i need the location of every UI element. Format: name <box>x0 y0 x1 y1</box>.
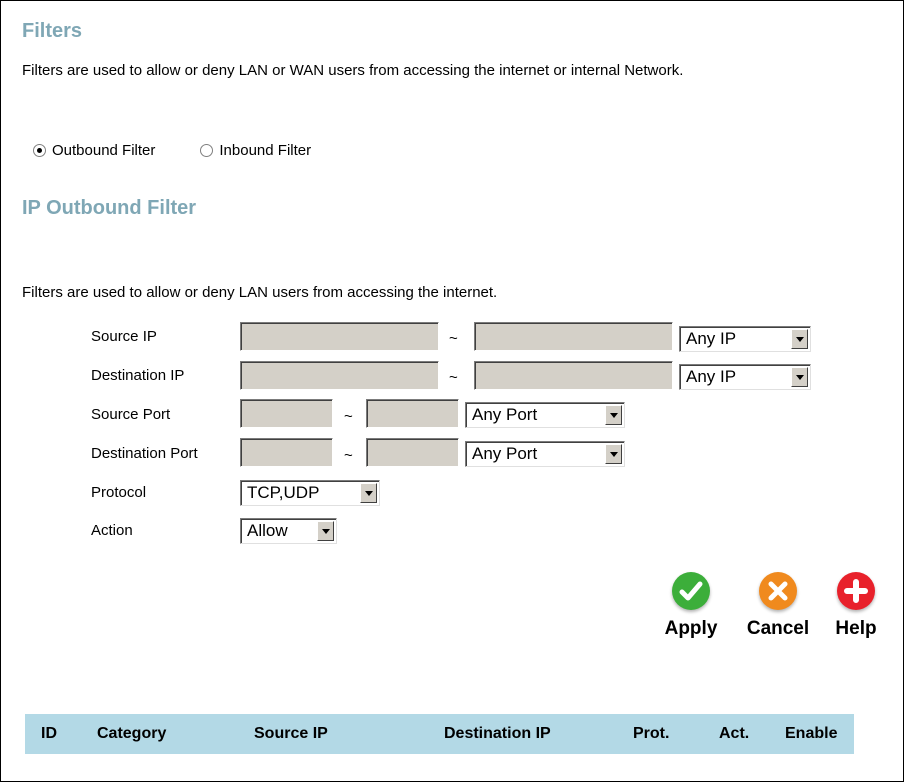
destination-port-label: Destination Port <box>91 445 198 462</box>
column-header-protocol: Prot. <box>633 725 670 742</box>
source-port-label: Source Port <box>91 406 171 423</box>
check-circle-icon[interactable] <box>672 572 710 610</box>
filter-table-header: ID Category Source IP Destination IP Pro… <box>25 714 854 754</box>
help-button[interactable]: Help <box>826 572 886 640</box>
column-header-category: Category <box>97 725 167 742</box>
page-frame <box>0 0 904 782</box>
source-port-start-input[interactable] <box>240 399 333 428</box>
destination-port-end-input[interactable] <box>366 438 459 467</box>
action-label: Action <box>91 522 133 539</box>
destination-port-mode-select[interactable]: Any Port <box>465 441 625 467</box>
inbound-filter-radio[interactable] <box>200 144 214 157</box>
chevron-down-icon[interactable] <box>791 329 808 349</box>
destination-port-start-input[interactable] <box>240 438 333 467</box>
source-ip-end-input[interactable] <box>474 322 673 351</box>
page-description: Filters are used to allow or deny LAN or… <box>22 62 684 79</box>
protocol-label: Protocol <box>91 484 147 501</box>
source-ip-mode-value: Any IP <box>686 329 737 348</box>
x-circle-icon[interactable] <box>759 572 797 610</box>
source-ip-range-separator: ~ <box>449 330 458 347</box>
column-header-enable: Enable <box>785 725 838 742</box>
help-label: Help <box>835 618 877 639</box>
source-ip-mode-select[interactable]: Any IP <box>679 326 811 352</box>
inbound-filter-option[interactable]: Inbound Filter <box>200 142 311 159</box>
outbound-filter-label: Outbound Filter <box>52 142 156 159</box>
source-ip-label: Source IP <box>91 328 157 345</box>
source-port-mode-value: Any Port <box>472 405 538 424</box>
source-port-range-separator: ~ <box>344 408 353 425</box>
cancel-button[interactable]: Cancel <box>738 572 818 640</box>
apply-button[interactable]: Apply <box>656 572 726 640</box>
chevron-down-icon[interactable] <box>791 367 808 387</box>
column-header-source-ip: Source IP <box>254 725 328 742</box>
destination-ip-mode-select[interactable]: Any IP <box>679 364 811 390</box>
plus-circle-icon[interactable] <box>837 572 875 610</box>
chevron-down-icon[interactable] <box>605 444 622 464</box>
outbound-filter-option[interactable]: Outbound Filter <box>33 142 155 159</box>
source-ip-start-input[interactable] <box>240 322 439 351</box>
destination-port-range-separator: ~ <box>344 447 353 464</box>
chevron-down-icon[interactable] <box>605 405 622 425</box>
chevron-down-icon[interactable] <box>360 483 377 503</box>
source-port-end-input[interactable] <box>366 399 459 428</box>
protocol-value: TCP,UDP <box>247 483 320 502</box>
cancel-label: Cancel <box>746 618 810 639</box>
section-description: Filters are used to allow or deny LAN us… <box>22 284 498 301</box>
destination-ip-mode-value: Any IP <box>686 367 737 386</box>
outbound-filter-radio[interactable] <box>33 144 46 157</box>
destination-ip-end-input[interactable] <box>474 361 673 390</box>
apply-label: Apply <box>664 618 718 639</box>
destination-ip-start-input[interactable] <box>240 361 439 390</box>
section-title: IP Outbound Filter <box>22 197 197 219</box>
page-title: Filters <box>22 20 83 42</box>
action-value: Allow <box>247 521 288 540</box>
source-port-mode-select[interactable]: Any Port <box>465 402 625 428</box>
action-select[interactable]: Allow <box>240 518 337 544</box>
column-header-id: ID <box>41 725 57 742</box>
destination-ip-label: Destination IP <box>91 367 185 384</box>
filter-type-radio-group: Outbound Filter Inbound Filter <box>33 142 356 159</box>
column-header-action: Act. <box>719 725 750 742</box>
destination-port-mode-value: Any Port <box>472 444 538 463</box>
inbound-filter-label: Inbound Filter <box>219 142 312 159</box>
destination-ip-range-separator: ~ <box>449 369 458 386</box>
protocol-select[interactable]: TCP,UDP <box>240 480 380 506</box>
chevron-down-icon[interactable] <box>317 521 334 541</box>
column-header-destination-ip: Destination IP <box>444 725 551 742</box>
